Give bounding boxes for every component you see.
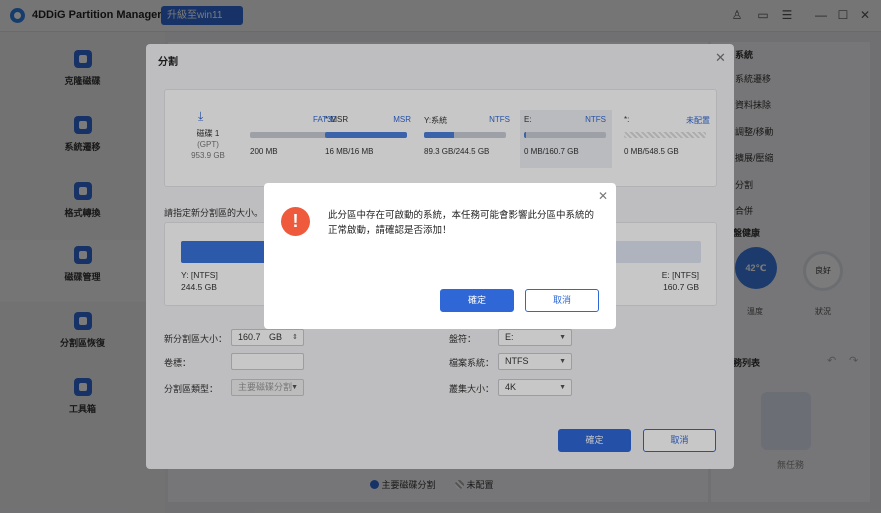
alert-ok-button[interactable]: 確定 [440,289,514,312]
warning-icon: ! [281,207,310,236]
confirm-alert: ✕ ! 此分區中存在可啟動的系統，本任務可能會影響此分區中系統的正常啟動，請確認… [264,183,616,329]
alert-message: 此分區中存在可啟動的系統，本任務可能會影響此分區中系統的正常啟動，請確認是否添加… [328,210,595,236]
alert-cancel-button[interactable]: 取消 [525,289,599,312]
alert-close-icon[interactable]: ✕ [598,189,608,203]
